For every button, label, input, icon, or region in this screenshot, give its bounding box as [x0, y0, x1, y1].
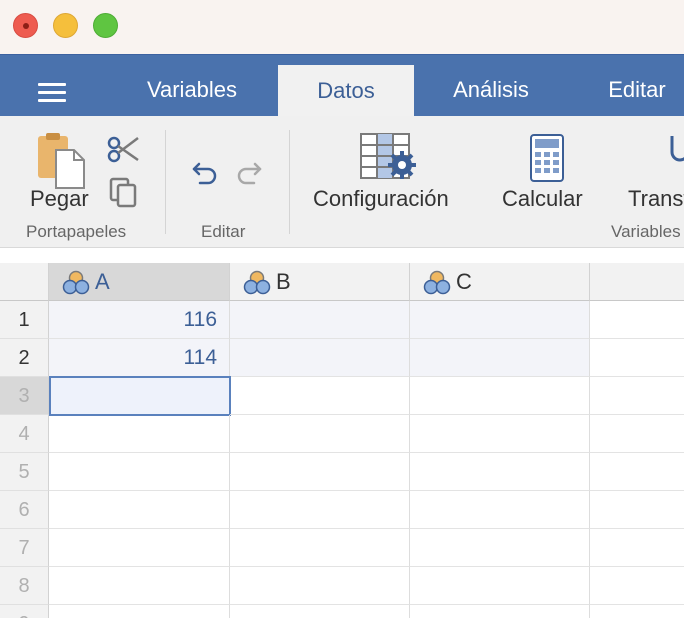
calculator-icon[interactable] [530, 134, 564, 182]
column-header-a[interactable]: A [49, 263, 230, 301]
cell-a2[interactable]: 114 [49, 339, 230, 377]
cell-a1[interactable]: 116 [49, 301, 230, 339]
cell-a7[interactable] [49, 529, 230, 567]
cell-b8[interactable] [230, 567, 410, 605]
column-header-empty[interactable] [590, 263, 684, 301]
row-header[interactable]: 5 [0, 453, 49, 491]
cell-b9[interactable] [230, 605, 410, 618]
cell-c1[interactable] [410, 301, 590, 339]
cell-a9[interactable] [49, 605, 230, 618]
cell-b6[interactable] [230, 491, 410, 529]
row-header[interactable]: 8 [0, 567, 49, 605]
cell-c9[interactable] [410, 605, 590, 618]
cell-b1[interactable] [230, 301, 410, 339]
redo-icon[interactable] [234, 156, 264, 186]
transform-icon[interactable] [668, 134, 684, 182]
cell-d9[interactable] [590, 605, 684, 618]
ribbon-separator [165, 130, 166, 234]
cell-b5[interactable] [230, 453, 410, 491]
column-name: A [95, 269, 110, 294]
row-header[interactable]: 9 [0, 605, 49, 618]
cell-d7[interactable] [590, 529, 684, 567]
cell-d3[interactable] [590, 377, 684, 415]
zoom-window-button[interactable] [93, 13, 118, 38]
tab-analisis[interactable]: Análisis [424, 55, 558, 117]
column-name: B [276, 269, 291, 294]
cell-c7[interactable] [410, 529, 590, 567]
variable-type-icon [62, 270, 90, 295]
row-header[interactable]: 7 [0, 529, 49, 567]
main-tab-bar: Variables Datos Análisis Editar [0, 54, 684, 117]
active-cell-a3[interactable] [49, 376, 231, 416]
row-header[interactable]: 1 [0, 301, 49, 339]
row-header[interactable]: 2 [0, 339, 49, 377]
cell-d4[interactable] [590, 415, 684, 453]
tab-variables[interactable]: Variables [118, 55, 266, 117]
variables-group-label: Variables [611, 222, 681, 241]
paste-button-label[interactable]: Pegar [30, 186, 89, 212]
cell-c4[interactable] [410, 415, 590, 453]
minimize-window-button[interactable] [53, 13, 78, 38]
calculate-button-label[interactable]: Calcular [502, 186, 583, 212]
setup-icon[interactable] [360, 132, 422, 182]
cell-b7[interactable] [230, 529, 410, 567]
variable-type-icon [423, 270, 451, 295]
hamburger-icon[interactable] [38, 83, 66, 103]
row-header[interactable]: 3 [0, 377, 49, 415]
ribbon-toolbar: Pegar Portapapeles Editar Configuración … [0, 116, 684, 248]
clipboard-group-label: Portapapeles [26, 222, 127, 241]
paste-icon[interactable] [34, 132, 86, 190]
title-bar [0, 0, 684, 54]
row-header[interactable]: 6 [0, 491, 49, 529]
cell-d2[interactable] [590, 339, 684, 377]
cell-a8[interactable] [49, 567, 230, 605]
cell-b3[interactable] [230, 377, 410, 415]
copy-icon[interactable] [108, 176, 138, 208]
setup-button-label[interactable]: Configuración [313, 186, 449, 212]
ribbon-separator [289, 130, 290, 234]
cell-c6[interactable] [410, 491, 590, 529]
column-name: C [456, 269, 472, 294]
cell-a5[interactable] [49, 453, 230, 491]
column-header-c[interactable]: C [410, 263, 590, 301]
grid-corner[interactable] [0, 263, 49, 301]
cell-d1[interactable] [590, 301, 684, 339]
cell-c8[interactable] [410, 567, 590, 605]
tab-editar[interactable]: Editar [590, 55, 684, 117]
tab-datos[interactable]: Datos [278, 65, 414, 117]
cell-c5[interactable] [410, 453, 590, 491]
cell-c3[interactable] [410, 377, 590, 415]
cut-icon[interactable] [106, 134, 140, 164]
close-window-button[interactable] [13, 13, 38, 38]
cell-c2[interactable] [410, 339, 590, 377]
cell-d5[interactable] [590, 453, 684, 491]
variable-type-icon [243, 270, 271, 295]
cell-b2[interactable] [230, 339, 410, 377]
undo-icon[interactable] [190, 156, 220, 186]
cell-a6[interactable] [49, 491, 230, 529]
spreadsheet-grid: A B C 1 2 3 4 5 6 7 8 9 116 114 [0, 248, 684, 618]
transform-button-label[interactable]: Transformar [628, 186, 684, 212]
cell-a4[interactable] [49, 415, 230, 453]
cell-d8[interactable] [590, 567, 684, 605]
cell-d6[interactable] [590, 491, 684, 529]
column-header-b[interactable]: B [230, 263, 410, 301]
row-header[interactable]: 4 [0, 415, 49, 453]
cell-b4[interactable] [230, 415, 410, 453]
edit-group-label: Editar [201, 222, 246, 241]
